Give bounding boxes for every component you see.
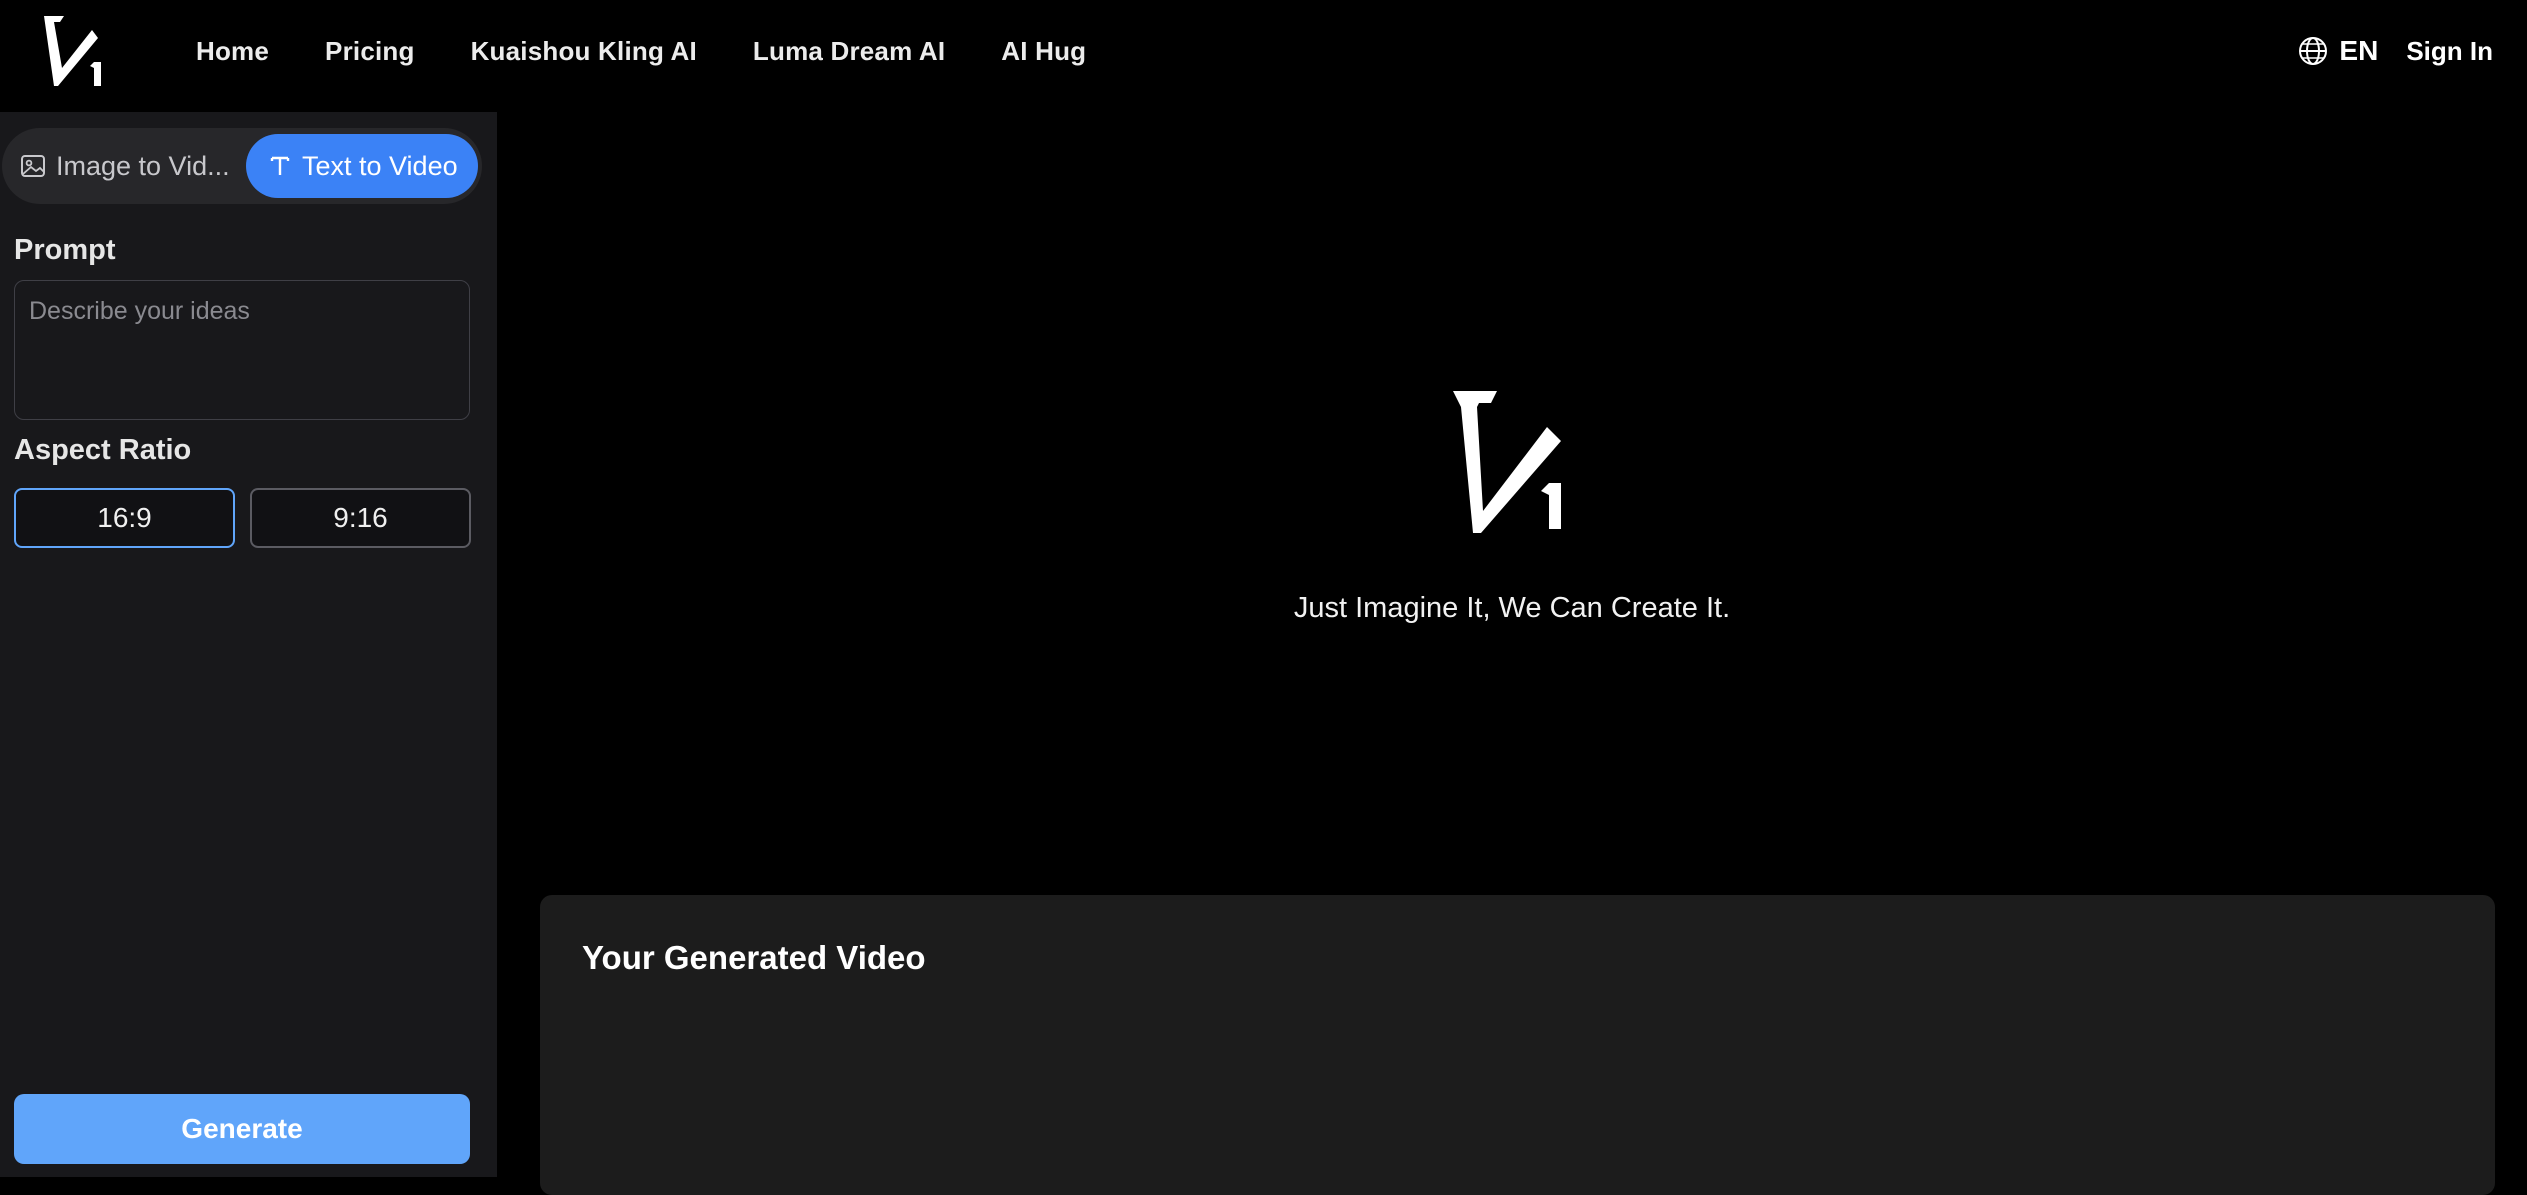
v1-logo[interactable]: [40, 10, 112, 90]
generated-video-title: Your Generated Video: [582, 939, 926, 976]
main-nav: Home Pricing Kuaishou Kling AI Luma Drea…: [196, 0, 1086, 102]
tab-text-to-video-label: Text to Video: [302, 150, 458, 181]
top-navigation-bar: Home Pricing Kuaishou Kling AI Luma Drea…: [0, 0, 2527, 102]
tab-text-to-video[interactable]: Text to Video: [246, 134, 478, 198]
prompt-label: Prompt: [14, 234, 116, 266]
prompt-input[interactable]: [14, 280, 470, 420]
language-label: EN: [2339, 35, 2379, 66]
text-icon: [270, 156, 290, 175]
sign-in-link[interactable]: Sign In: [2406, 36, 2493, 67]
generate-button[interactable]: Generate: [14, 1094, 470, 1164]
tab-image-to-video[interactable]: Image to Vid...: [20, 134, 240, 198]
v1-hero-logo: [1453, 391, 1561, 533]
aspect-ratio-16-9-button[interactable]: 16:9: [14, 488, 235, 548]
mode-switch: Image to Vid... Text to Video: [2, 128, 482, 204]
nav-link-luma-dream-ai[interactable]: Luma Dream AI: [753, 36, 945, 67]
generated-video-panel: Your Generated Video: [540, 895, 2495, 1195]
tab-image-to-video-label: Image to Vid...: [56, 150, 230, 181]
nav-link-home[interactable]: Home: [196, 36, 269, 67]
aspect-ratio-9-16-button[interactable]: 9:16: [250, 488, 471, 548]
nav-link-pricing[interactable]: Pricing: [325, 36, 415, 67]
header-actions: EN Sign In: [2297, 0, 2493, 102]
language-selector[interactable]: EN: [2297, 35, 2378, 67]
main-content: Just Imagine It, We Can Create It. Your …: [497, 102, 2527, 1195]
nav-link-ai-hug[interactable]: AI Hug: [1001, 36, 1086, 67]
nav-link-kling-ai[interactable]: Kuaishou Kling AI: [471, 36, 697, 67]
tagline: Just Imagine It, We Can Create It.: [1293, 592, 1731, 624]
image-icon: [21, 155, 45, 177]
aspect-ratio-label: Aspect Ratio: [14, 434, 192, 466]
generation-sidebar: Image to Vid... Text to Video Prompt Asp…: [0, 112, 497, 1177]
globe-icon: [2299, 37, 2328, 65]
